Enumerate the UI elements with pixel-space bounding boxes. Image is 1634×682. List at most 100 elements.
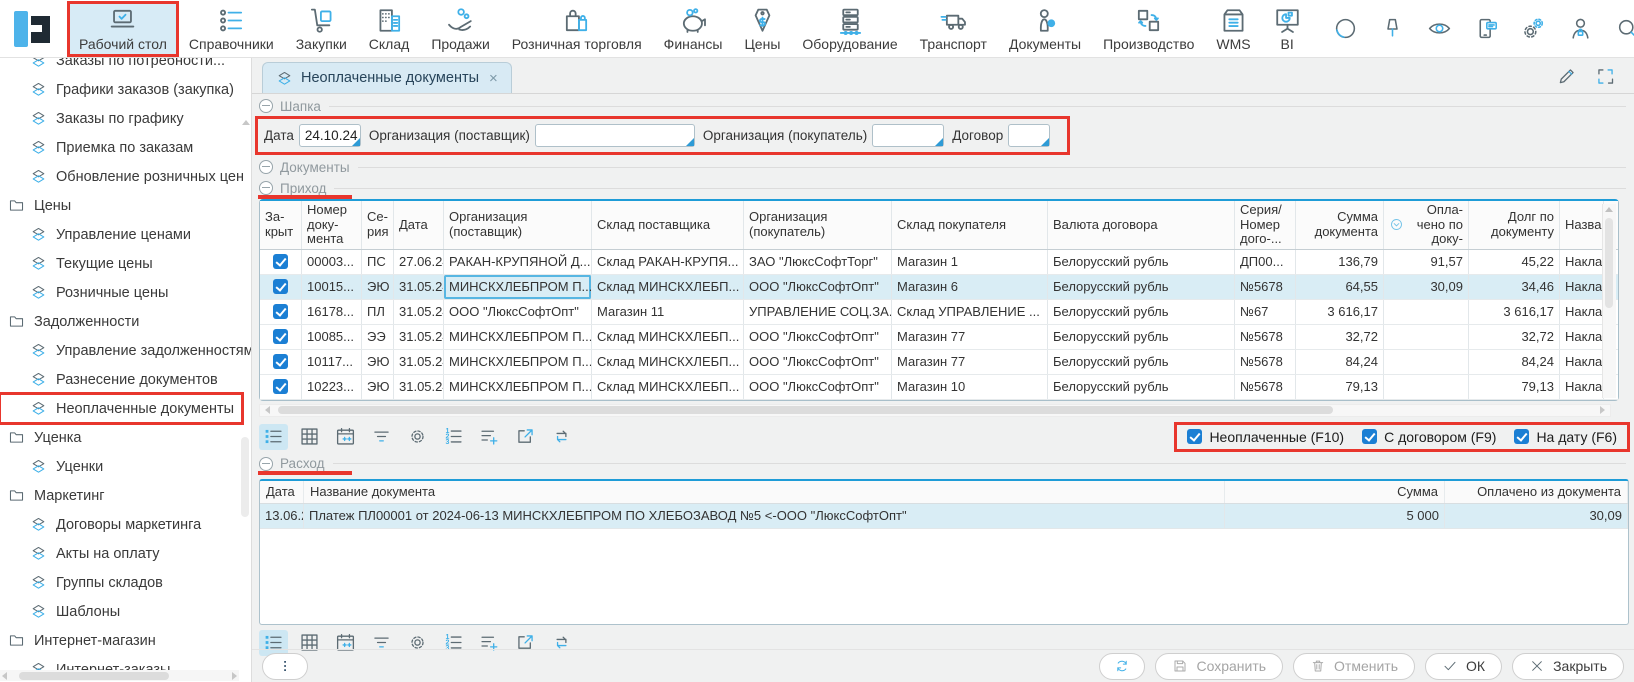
cell-closed[interactable] <box>260 275 302 299</box>
cell-date[interactable]: 13.06.24 <box>260 504 304 528</box>
cell-closed[interactable] <box>260 350 302 374</box>
cell-buyer_wh[interactable]: Магазин 77 <box>892 325 1048 349</box>
pin-icon[interactable] <box>1380 16 1405 41</box>
sidebar-item[interactable]: Управление ценами <box>0 220 199 249</box>
cell-series[interactable]: ЭЭ <box>362 325 394 349</box>
cell-supplier[interactable]: РАКАН-КРУПЯНОЙ Д... <box>444 250 592 274</box>
table-row[interactable]: 10117...ЭЮ31.05.24МИНСКХЛЕБПРОМ П...Скла… <box>260 350 1618 375</box>
column-header-amount[interactable]: Сумма <box>1225 481 1445 503</box>
cell-supplier_wh[interactable]: Склад РАКАН-КРУПЯ... <box>592 250 744 274</box>
table-row[interactable]: 16178...ПЛ31.05.24ООО "ЛюксСофтОпт"Магаз… <box>260 300 1618 325</box>
row-closed-checkbox[interactable] <box>273 304 288 319</box>
filter-checkbox[interactable]: На дату (F6) <box>1514 429 1617 445</box>
cell-number[interactable]: 10223... <box>302 375 362 399</box>
table-row[interactable]: 10223...ЭЮ31.05.24МИНСКХЛЕБПРОМ П...Скла… <box>260 375 1618 400</box>
cell-buyer_wh[interactable]: Склад УПРАВЛЕНИЕ ... <box>892 300 1048 324</box>
module-prices[interactable]: Цены <box>733 2 791 56</box>
tool-numbered-list-icon[interactable]: 123 <box>439 424 468 450</box>
table-row[interactable]: 00003...ПС27.06.24РАКАН-КРУПЯНОЙ Д...Скл… <box>260 250 1618 275</box>
cell-buyer[interactable]: ООО "ЛюксСофтОпт" <box>744 375 892 399</box>
edit-pencil-icon[interactable] <box>1556 66 1577 87</box>
cell-supplier[interactable]: ООО "ЛюксСофтОпт" <box>444 300 592 324</box>
cell-series[interactable]: ПС <box>362 250 394 274</box>
cell-buyer[interactable]: ООО "ЛюксСофтОпт" <box>744 325 892 349</box>
row-closed-checkbox[interactable] <box>273 279 288 294</box>
checkbox-checked-icon[interactable] <box>1514 429 1529 444</box>
date-input[interactable]: 24.10.24 <box>299 124 361 147</box>
cell-debt[interactable]: 45,22 <box>1469 250 1560 274</box>
column-header-buyer_wh[interactable]: Склад покупателя <box>892 201 1048 249</box>
cell-supplier_wh[interactable]: Склад МИНСКХЛЕБП... <box>592 375 744 399</box>
cell-currency[interactable]: Белорусский рубль <box>1048 375 1235 399</box>
tab-unpaid-documents[interactable]: Неоплаченные документы × <box>262 62 512 93</box>
cell-paid[interactable] <box>1384 325 1469 349</box>
cell-paid[interactable] <box>1384 350 1469 374</box>
column-header-name[interactable]: Названи <box>1560 201 1604 249</box>
buyer-org-input[interactable] <box>872 124 944 147</box>
table-row[interactable]: 13.06.24Платеж ПЛ00001 от 2024-06-13 МИН… <box>260 504 1628 529</box>
cell-paid[interactable] <box>1384 300 1469 324</box>
cell-date[interactable]: 31.05.24 <box>394 350 444 374</box>
cell-amount[interactable]: 79,13 <box>1296 375 1384 399</box>
tab-close-icon[interactable]: × <box>489 70 498 87</box>
cell-closed[interactable] <box>260 250 302 274</box>
cell-supplier[interactable]: МИНСКХЛЕБПРОМ П... <box>444 325 592 349</box>
sidebar-horizontal-scrollbar[interactable] <box>0 670 239 681</box>
column-header-contract[interactable]: Серия/ Номер дого-... <box>1235 201 1296 249</box>
checkbox-checked-icon[interactable] <box>1187 429 1202 444</box>
cell-paid[interactable]: 30,09 <box>1384 275 1469 299</box>
supplier-org-input[interactable] <box>535 124 695 147</box>
sort-down-icon[interactable] <box>1389 217 1404 232</box>
tool-view-list-icon[interactable] <box>259 424 288 450</box>
row-closed-checkbox[interactable] <box>273 254 288 269</box>
cell-closed[interactable] <box>260 300 302 324</box>
module-equipment[interactable]: Оборудование <box>791 2 908 56</box>
cell-number[interactable]: 16178... <box>302 300 362 324</box>
module-purchases[interactable]: Закупки <box>285 2 358 56</box>
sidebar-item[interactable]: Акты на оплату <box>0 539 168 568</box>
cell-name[interactable]: Накладн <box>1560 350 1604 374</box>
sidebar-item[interactable]: Группы складов <box>0 568 171 597</box>
column-header-debt[interactable]: Долг по документу <box>1469 201 1560 249</box>
module-desktop[interactable]: Рабочий стол <box>68 2 178 56</box>
cell-supplier_wh[interactable]: Склад МИНСКХЛЕБП... <box>592 275 744 299</box>
module-sales[interactable]: Продажи <box>420 2 500 56</box>
module-wms[interactable]: WMS <box>1205 2 1261 56</box>
cell-contract[interactable]: №5678 <box>1235 350 1296 374</box>
ok-button[interactable]: ОК <box>1425 653 1502 680</box>
cell-name[interactable]: Накладн <box>1560 250 1604 274</box>
cell-amount[interactable]: 3 616,17 <box>1296 300 1384 324</box>
module-bi[interactable]: BI <box>1262 2 1313 56</box>
sidebar-item[interactable]: Текущие цены <box>0 249 161 278</box>
collapse-icon[interactable] <box>259 181 273 195</box>
cell-paid[interactable]: 91,57 <box>1384 250 1469 274</box>
cell-number[interactable]: 10015... <box>302 275 362 299</box>
sidebar-item[interactable]: Заказы по потребности... <box>0 58 233 75</box>
cell-name[interactable]: Накладн <box>1560 375 1604 399</box>
row-closed-checkbox[interactable] <box>273 329 288 344</box>
cell-supplier[interactable]: МИНСКХЛЕБПРОМ П... <box>444 375 592 399</box>
tool-add-list-icon[interactable] <box>475 424 504 450</box>
search-icon[interactable] <box>1615 16 1634 41</box>
cell-buyer[interactable]: ООО "ЛюксСофтОпт" <box>744 275 892 299</box>
tool-open-external-icon[interactable] <box>511 424 540 450</box>
cell-supplier[interactable]: МИНСКХЛЕБПРОМ П... <box>444 275 592 299</box>
sidebar-item[interactable]: Договоры маркетинга <box>0 510 209 539</box>
cell-debt[interactable]: 3 616,17 <box>1469 300 1560 324</box>
column-header-closed[interactable]: За-крыт <box>260 201 302 249</box>
cell-closed[interactable] <box>260 375 302 399</box>
cell-amount[interactable]: 5 000 <box>1225 504 1445 528</box>
sidebar-item[interactable]: Приемка по заказам <box>0 133 201 162</box>
collapse-icon[interactable] <box>259 457 273 471</box>
messages-icon[interactable] <box>1474 16 1499 41</box>
more-actions-button[interactable] <box>262 653 308 680</box>
sidebar-item[interactable]: Графики заказов (закупка) <box>0 75 242 104</box>
cell-date[interactable]: 27.06.24 <box>394 250 444 274</box>
cell-buyer_wh[interactable]: Магазин 77 <box>892 350 1048 374</box>
tool-filter-icon[interactable] <box>367 424 396 450</box>
cell-currency[interactable]: Белорусский рубль <box>1048 275 1235 299</box>
profile-icon[interactable] <box>1568 16 1593 41</box>
sidebar-item[interactable]: Интернет-магазин <box>0 626 164 655</box>
cell-date[interactable]: 31.05.24 <box>394 325 444 349</box>
column-header-date[interactable]: Дата <box>394 201 444 249</box>
